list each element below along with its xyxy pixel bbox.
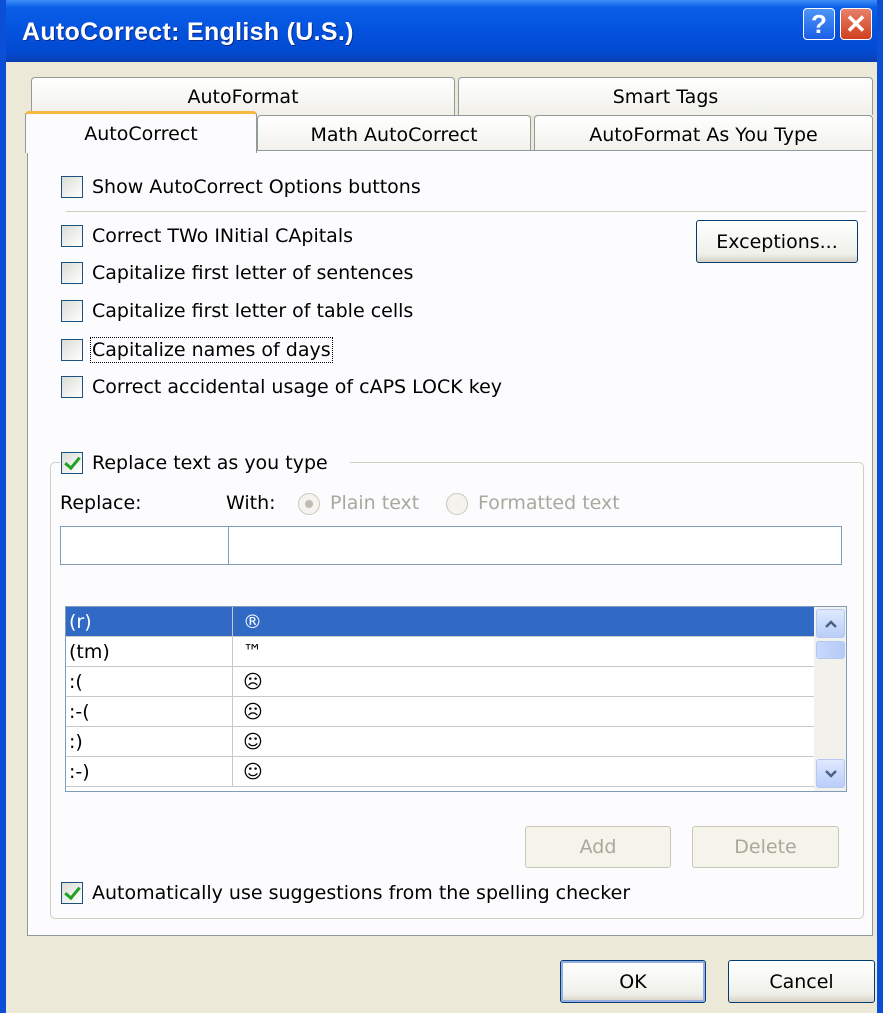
sentences-label: Capitalize first letter of sentences	[92, 262, 414, 284]
scroll-down-button[interactable]	[816, 759, 845, 788]
list-item-with: ®	[243, 611, 262, 633]
plain-text-radio[interactable]	[298, 493, 320, 515]
table-cells-checkbox[interactable]	[61, 300, 83, 322]
with-label: With:	[226, 492, 276, 514]
days-label: Capitalize names of days	[90, 337, 333, 363]
list-item[interactable]: :) ☺	[66, 727, 814, 757]
close-button[interactable]: ✕	[840, 8, 872, 40]
window-title: AutoCorrect: English (U.S.)	[22, 18, 354, 46]
list-item-with: ☹	[243, 671, 263, 693]
list-item-replace: :-(	[69, 701, 90, 723]
tab-autoformat-as-you-type[interactable]: AutoFormat As You Type	[534, 115, 873, 153]
list-item[interactable]: :-) ☺	[66, 757, 814, 787]
tab-smart-tags[interactable]: Smart Tags	[458, 77, 873, 115]
autocorrect-dialog: AutoCorrect: English (U.S.) ? ✕ AutoForm…	[0, 0, 883, 1013]
table-cells-label: Capitalize first letter of table cells	[92, 300, 414, 322]
column-divider	[232, 607, 233, 637]
replacement-list[interactable]: (r) ® (tm) ™ :( ☹ :-( ☹ :) ☺:-) ☺	[65, 606, 847, 792]
cancel-button[interactable]: Cancel	[728, 960, 875, 1003]
delete-button[interactable]: Delete	[692, 826, 839, 868]
tab-autocorrect[interactable]: AutoCorrect	[25, 111, 257, 153]
tab-label: Math AutoCorrect	[310, 123, 478, 146]
column-divider	[232, 667, 233, 697]
title-bar[interactable]: AutoCorrect: English (U.S.) ? ✕	[6, 0, 877, 62]
list-item[interactable]: :( ☹	[66, 667, 814, 697]
column-divider	[232, 757, 233, 787]
with-input[interactable]	[228, 526, 842, 565]
show-buttons-label: Show AutoCorrect Options buttons	[92, 176, 421, 198]
list-scrollbar[interactable]	[814, 607, 846, 791]
two-initial-checkbox[interactable]	[61, 225, 83, 247]
tab-autoformat[interactable]: AutoFormat	[31, 77, 455, 115]
column-divider	[232, 697, 233, 727]
tab-label: AutoFormat	[187, 85, 299, 108]
tab-label: AutoCorrect	[84, 122, 198, 145]
replace-text-label: Replace text as you type	[92, 452, 328, 474]
scroll-up-button[interactable]	[816, 609, 845, 638]
sentences-checkbox[interactable]	[61, 262, 83, 284]
list-item-replace: :(	[69, 671, 83, 693]
two-initial-label: Correct TWo INitial CApitals	[92, 225, 353, 247]
ok-button[interactable]: OK	[560, 960, 706, 1003]
scroll-thumb[interactable]	[816, 641, 845, 659]
exceptions-button[interactable]: Exceptions...	[696, 220, 858, 263]
add-button[interactable]: Add	[525, 826, 671, 868]
up-arrow-icon	[824, 619, 837, 628]
list-item-with: ☹	[243, 701, 263, 723]
help-button[interactable]: ?	[803, 8, 835, 40]
show-buttons-checkbox[interactable]	[61, 176, 83, 198]
replace-text-checkbox[interactable]	[61, 452, 83, 474]
list-item-with: ™	[243, 641, 262, 663]
caps-lock-checkbox[interactable]	[61, 376, 83, 398]
column-divider	[232, 727, 233, 757]
down-arrow-icon	[824, 769, 837, 778]
caps-lock-label: Correct accidental usage of cAPS LOCK ke…	[92, 376, 503, 398]
list-item[interactable]: :-( ☹	[66, 697, 814, 727]
formatted-text-label: Formatted text	[478, 492, 620, 514]
list-item-replace: :)	[69, 731, 83, 753]
list-item-with: ☺	[243, 761, 263, 783]
column-divider	[232, 637, 233, 667]
list-item[interactable]: (r) ®	[66, 607, 814, 637]
tab-math-autocorrect[interactable]: Math AutoCorrect	[257, 115, 531, 153]
list-item-replace: (tm)	[69, 641, 110, 663]
list-item-replace: :-)	[69, 761, 90, 783]
list-item-replace: (r)	[69, 611, 92, 633]
days-checkbox[interactable]	[61, 339, 83, 361]
replace-input[interactable]	[60, 526, 229, 565]
separator	[66, 211, 866, 212]
tab-label: AutoFormat As You Type	[589, 123, 818, 146]
list-item[interactable]: (tm) ™	[66, 637, 814, 667]
suggestions-checkbox[interactable]	[61, 882, 83, 904]
replace-label: Replace:	[60, 492, 142, 514]
tab-label: Smart Tags	[612, 85, 719, 108]
formatted-text-radio[interactable]	[446, 493, 468, 515]
plain-text-label: Plain text	[330, 492, 420, 514]
list-item-with: ☺	[243, 731, 263, 753]
suggestions-label: Automatically use suggestions from the s…	[92, 882, 631, 904]
